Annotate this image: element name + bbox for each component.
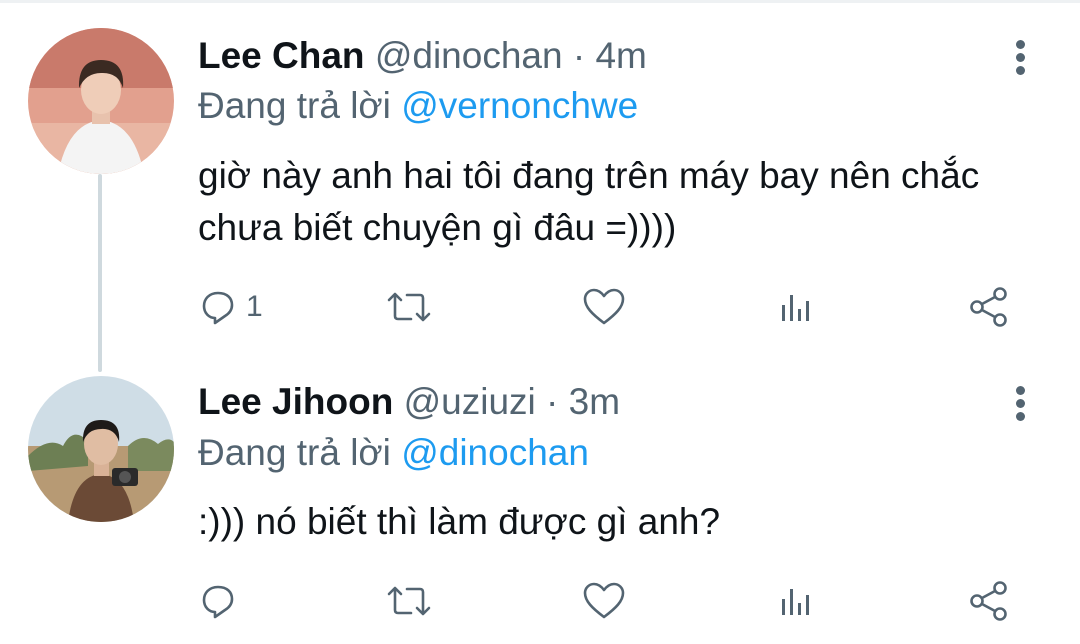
like-icon	[583, 288, 625, 325]
user-handle[interactable]: @uziuzi	[404, 381, 536, 422]
separator-dot: ·	[546, 381, 559, 422]
share-button[interactable]	[968, 576, 1010, 626]
tweet-2[interactable]: Lee Jihoon @uziuzi · 3m Đang trả lời @di…	[0, 340, 1080, 644]
like-button[interactable]	[582, 576, 626, 626]
more-options-icon[interactable]	[1004, 38, 1038, 78]
avatar[interactable]	[28, 376, 174, 522]
tweet-actions	[0, 576, 1080, 626]
reply-mention-link[interactable]: @dinochan	[401, 432, 589, 473]
user-handle[interactable]: @dinochan	[375, 35, 563, 76]
like-button[interactable]	[582, 282, 626, 332]
display-name[interactable]: Lee Jihoon	[198, 381, 393, 422]
replying-to: Đang trả lời @dinochan	[198, 431, 589, 475]
tweet-header: Lee Jihoon @uziuzi · 3m	[198, 380, 620, 424]
replying-to: Đang trả lời @vernonchwe	[198, 84, 638, 128]
replying-to-label: Đang trả lời	[198, 85, 391, 126]
tweet-header: Lee Chan @dinochan · 4m	[198, 34, 647, 78]
reply-button[interactable]	[200, 576, 246, 626]
timestamp[interactable]: 4m	[595, 35, 646, 76]
retweet-icon	[387, 292, 431, 322]
reply-button[interactable]: 1	[200, 282, 263, 332]
tweet-1[interactable]: Lee Chan @dinochan · 4m Đang trả lời @ve…	[0, 0, 1080, 340]
retweet-button[interactable]	[385, 576, 433, 626]
analytics-icon	[782, 295, 809, 321]
reply-icon	[202, 291, 234, 325]
timestamp[interactable]: 3m	[569, 381, 620, 422]
share-icon	[970, 287, 1007, 327]
separator-dot: ·	[572, 35, 586, 76]
tweet-text: :))) nó biết thì làm được gì anh?	[198, 501, 721, 542]
share-icon	[970, 581, 1007, 621]
analytics-icon	[782, 589, 809, 615]
tweet-text: giờ này anh hai tôi đang trên máy bay nê…	[198, 155, 980, 248]
analytics-button[interactable]	[780, 282, 812, 332]
tweet-actions: 1	[0, 282, 1080, 332]
replying-to-label: Đang trả lời	[198, 432, 391, 473]
avatar[interactable]	[28, 28, 174, 174]
retweet-icon	[387, 586, 431, 616]
reply-mention-link[interactable]: @vernonchwe	[401, 85, 638, 126]
reply-icon	[202, 585, 234, 619]
analytics-button[interactable]	[780, 576, 812, 626]
share-button[interactable]	[968, 282, 1010, 332]
display-name[interactable]: Lee Chan	[198, 35, 365, 76]
more-options-icon[interactable]	[1004, 384, 1038, 424]
like-icon	[583, 582, 625, 619]
retweet-button[interactable]	[385, 282, 433, 332]
reply-count: 1	[246, 290, 263, 323]
